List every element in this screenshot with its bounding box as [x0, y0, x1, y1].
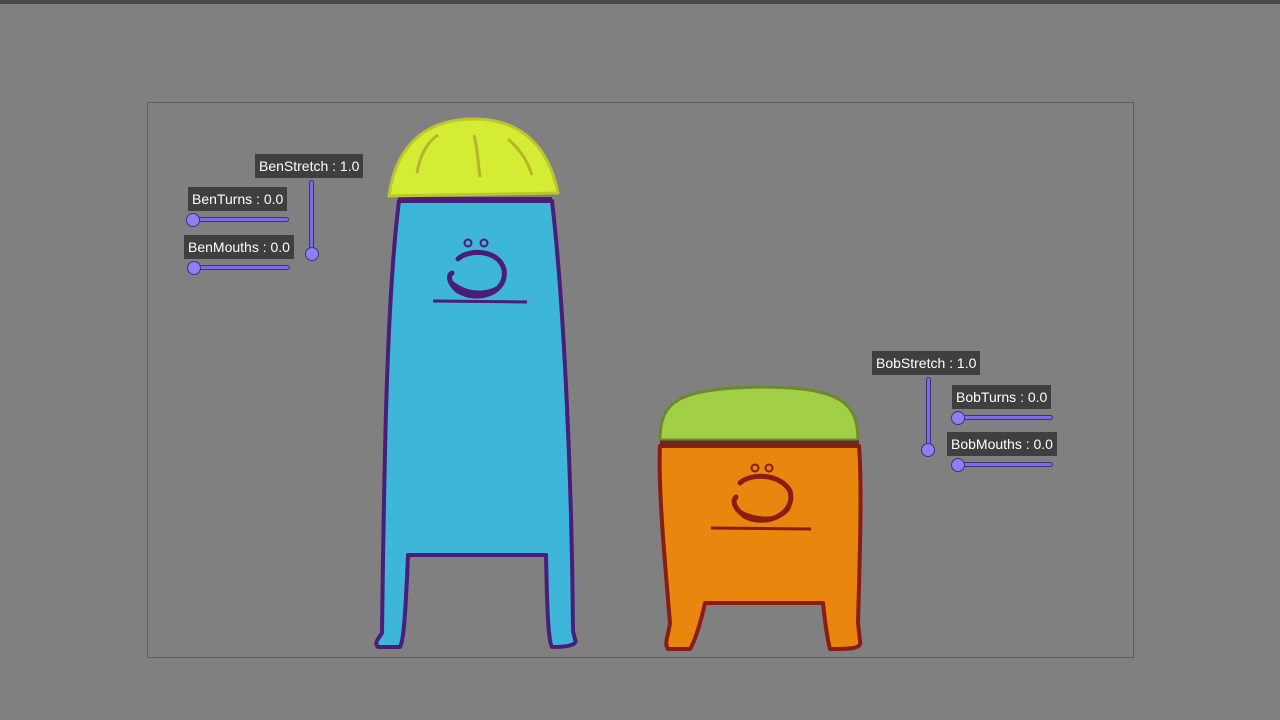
bob-turns-slider[interactable]: [955, 415, 1053, 420]
ben-mouths-label: BenMouths : 0.0: [184, 235, 294, 259]
bob-stretch-slider-thumb[interactable]: [921, 443, 935, 457]
ben-turns-slider-thumb[interactable]: [186, 213, 200, 227]
bob-turns-slider-thumb[interactable]: [951, 411, 965, 425]
ben-mouths-slider[interactable]: [190, 265, 290, 270]
character-bob: [657, 385, 863, 651]
bob-hat: [658, 385, 860, 442]
ben-chin-line: [432, 299, 528, 304]
ben-stretch-label: BenStretch : 1.0: [255, 154, 364, 178]
bob-mouths-label: BobMouths : 0.0: [947, 432, 1057, 456]
ben-turns-label: BenTurns : 0.0: [188, 187, 288, 211]
ben-hat: [387, 117, 560, 198]
ben-stretch-slider-thumb[interactable]: [305, 247, 319, 261]
bob-stretch-label: BobStretch : 1.0: [872, 351, 981, 375]
bob-stretch-slider[interactable]: [926, 377, 931, 451]
ben-body: [374, 199, 578, 649]
ben-mouths-slider-thumb[interactable]: [187, 261, 201, 275]
characters-artwork: [374, 117, 863, 651]
ben-turns-slider[interactable]: [190, 217, 289, 222]
bob-mouths-slider-thumb[interactable]: [951, 458, 965, 472]
bob-mouths-slider[interactable]: [955, 462, 1053, 467]
bob-chin-line: [710, 526, 812, 531]
character-ben: [374, 117, 578, 649]
animation-canvas: [147, 102, 1134, 658]
ben-stretch-slider[interactable]: [309, 180, 314, 254]
bob-turns-label: BobTurns : 0.0: [952, 385, 1052, 409]
window-top-bar: [0, 0, 1280, 4]
